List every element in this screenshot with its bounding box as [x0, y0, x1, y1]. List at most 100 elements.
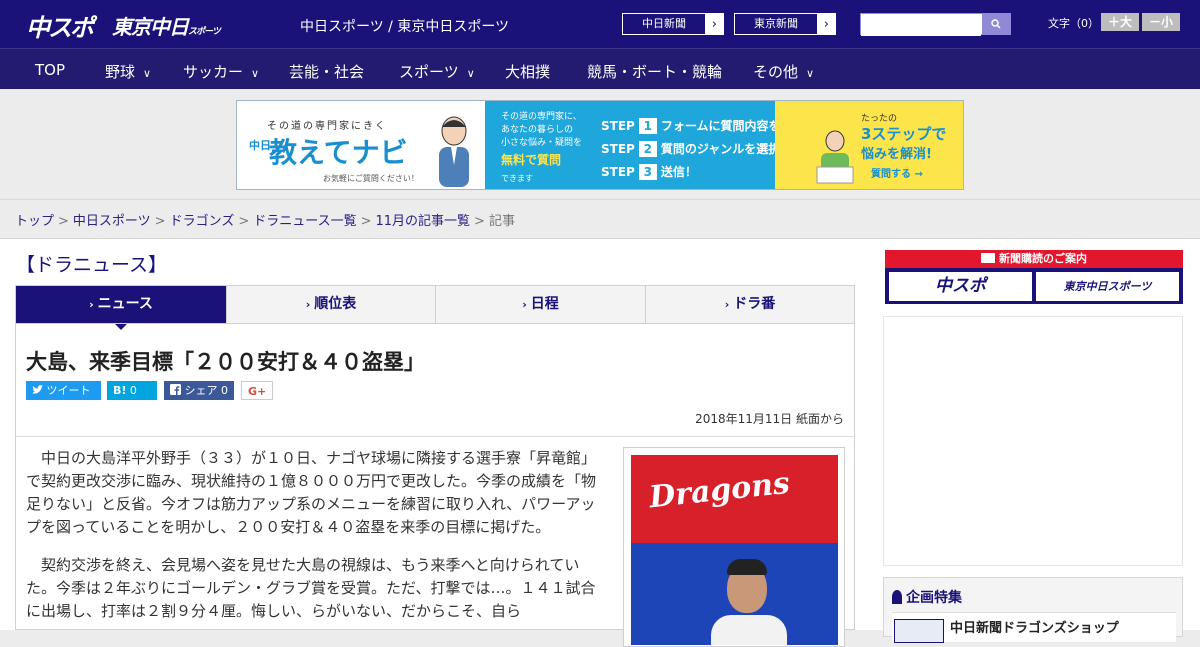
facebook-icon — [170, 384, 181, 395]
font-size-label: 文字（0） — [1048, 17, 1099, 30]
ad-title: 教えてナビ — [269, 136, 408, 169]
article-body: 中日の大島洋平外野手（３３）が１０日、ナゴヤ球場に隣接する選手寮「昇竜館」で契約… — [26, 447, 604, 638]
section-title: 【ドラニュース】 — [16, 254, 168, 276]
hatena-button[interactable]: B! 0 — [107, 381, 157, 400]
tab-schedule[interactable]: › 日程 — [436, 286, 646, 323]
feature-item-label: 中日新聞ドラゴンズショップ — [950, 621, 1119, 636]
tab-label: ドラ番 — [733, 296, 776, 312]
ad-ask-text: お気軽にご質問ください！ — [323, 174, 419, 183]
article-photo[interactable]: Dragons — [623, 447, 845, 647]
step-label: STEP — [601, 165, 635, 179]
breadcrumb-current: 記事 — [488, 214, 515, 229]
header-subtitle: 中日スポーツ / 東京中日スポーツ — [300, 19, 510, 35]
nav-item-sports[interactable]: スポーツ ∨ — [399, 61, 475, 82]
tokyo-shimbun-link[interactable]: 東京新聞 › — [734, 13, 836, 35]
tokyo-chunichi-logo-small: スポーツ — [188, 27, 221, 37]
article-date: 2018年11月11日 紙面から — [695, 412, 844, 426]
tab-dora-ban[interactable]: › ドラ番 — [646, 286, 854, 323]
chuspo-logo[interactable]: 中スポ — [26, 8, 94, 43]
subscription-ad[interactable]: 新聞購読のご案内 中スポ 東京中日スポーツ — [885, 250, 1183, 304]
nav-item-soccer[interactable]: サッカー ∨ — [183, 61, 259, 82]
chevron-down-icon: ∨ — [143, 67, 152, 80]
feature-title-text: 企画特集 — [906, 590, 962, 606]
chevron-right-icon: › — [711, 17, 717, 32]
nav-item-other[interactable]: その他 ∨ — [753, 61, 814, 82]
ribbon-icon — [892, 590, 902, 604]
breadcrumb-sep: > — [238, 214, 250, 229]
search-button[interactable] — [982, 14, 1010, 34]
breadcrumb: トップ > 中日スポーツ > ドラゴンズ > ドラニュース一覧 >11月の記事一覧 > 記事 — [15, 210, 515, 229]
step-label: STEP — [601, 119, 635, 133]
ad-right-line3: 悩みを解消! — [861, 147, 932, 162]
chevron-right-icon: › — [89, 298, 94, 311]
feature-item-dragons-shop[interactable]: 中日新聞ドラゴンズショップ — [892, 612, 1176, 643]
hatena-count: 0 — [129, 384, 137, 397]
chevron-right-icon: › — [522, 298, 527, 311]
article-divider — [16, 436, 854, 437]
tab-label: 順位表 — [314, 296, 357, 312]
gplus-icon: G+ — [248, 385, 267, 398]
newspaper-icon — [981, 253, 995, 263]
step-num: 3 — [638, 164, 657, 180]
search-input[interactable] — [861, 16, 981, 36]
tweet-label: ツイート — [46, 384, 91, 397]
step-label: STEP — [601, 142, 635, 156]
chevron-right-icon: › — [305, 298, 311, 311]
gplus-button[interactable]: G+ — [241, 381, 273, 400]
nav-item-label: 野球 — [105, 63, 136, 81]
sidebar-ad-slot — [883, 316, 1183, 566]
step-num: 2 — [638, 141, 657, 157]
breadcrumb-sep: > — [360, 214, 372, 229]
breadcrumb-chunichi-sports[interactable]: 中日スポーツ — [73, 214, 151, 229]
nav-item-sumo[interactable]: 大相撲 — [505, 61, 550, 82]
font-bigger-button[interactable]: ＋大 — [1101, 13, 1139, 31]
ad-highlight: 無料で質問 — [501, 153, 562, 167]
tokyo-chunichi-logo[interactable]: 東京中日スポーツ — [112, 11, 221, 40]
tab-standings[interactable]: › 順位表 — [227, 286, 436, 323]
search-icon — [991, 19, 1001, 29]
breadcrumb-top[interactable]: トップ — [15, 214, 54, 229]
oshiete-navi-ad[interactable]: その道の専門家にきく 中日 教えてナビ お気軽にご質問ください！ その道の専門家… — [236, 100, 964, 190]
breadcrumb-november-list[interactable]: 11月の記事一覧 — [376, 214, 471, 229]
article: 大島、来季目標「２００安打＆４０盗塁」 ツイート B! 0 シェア 0 G+ 2… — [15, 324, 855, 647]
article-paragraph: 契約交渉を終え、会見場へ姿を見せた大島の視線は、もう来季へと向けられていた。今季… — [26, 556, 596, 620]
photo-player-body — [711, 615, 787, 645]
nav-item-label: スポーツ — [399, 63, 459, 81]
tokyo-shimbun-label: 東京新聞 — [735, 14, 817, 34]
chevron-right-icon: › — [823, 17, 829, 32]
photo-image: Dragons — [631, 455, 838, 645]
hatena-b-icon: B! — [113, 384, 127, 397]
nav-item-baseball[interactable]: 野球 ∨ — [105, 61, 151, 82]
chunichi-shimbun-link[interactable]: 中日新聞 › — [622, 13, 724, 35]
site-header: 中スポ 東京中日スポーツ 中日スポーツ / 東京中日スポーツ 中日新聞 › 東京新… — [0, 0, 1200, 48]
breadcrumb-dragons[interactable]: ドラゴンズ — [170, 214, 235, 229]
tweet-button[interactable]: ツイート — [26, 381, 101, 400]
ad-ask-button[interactable]: 質問する → — [871, 165, 923, 180]
tab-label: ニュース — [97, 296, 153, 312]
subscribe-tokyo-link[interactable]: 東京中日スポーツ — [1036, 272, 1179, 301]
news-tabs: › ニュース › 順位表 › 日程 › ドラ番 — [15, 285, 855, 324]
subscribe-chuspo-link[interactable]: 中スポ — [889, 272, 1032, 301]
article-title: 大島、来季目標「２００安打＆４０盗塁」 — [26, 350, 425, 374]
ad-left-panel: その道の専門家にきく 中日 教えてナビ お気軽にご質問ください！ — [237, 101, 485, 189]
breadcrumb-sep: > — [58, 214, 69, 229]
nav-item-entertainment[interactable]: 芸能・社会 — [289, 61, 364, 82]
facebook-share-button[interactable]: シェア 0 — [164, 381, 234, 400]
breadcrumb-sep: > — [474, 214, 485, 229]
ad-mid-text: その道の専門家に、 あなたの暮らしの 小さな悩み・疑問を — [501, 111, 582, 150]
breadcrumb-dora-news-list[interactable]: ドラニュース一覧 — [253, 214, 356, 229]
nav-item-top[interactable]: TOP — [35, 61, 65, 79]
font-smaller-button[interactable]: －小 — [1142, 13, 1180, 31]
feature-title: 企画特集 — [892, 587, 962, 607]
photo-player-hair — [727, 559, 767, 575]
ad-mid-line: 小さな悩み・疑問を — [501, 138, 583, 148]
article-paragraph: 中日の大島洋平外野手（３３）が１０日、ナゴヤ球場に隣接する選手寮「昇竜館」で契約… — [26, 449, 597, 536]
nav-item-label: 競馬・ボート・競輪 — [587, 63, 723, 81]
tab-news[interactable]: › ニュース — [16, 286, 227, 323]
ad-mid-tail: できます — [501, 174, 533, 183]
nav-item-label: 大相撲 — [505, 63, 551, 81]
breadcrumb-sep: > — [154, 214, 166, 229]
ad-mid-panel: その道の専門家に、 あなたの暮らしの 小さな悩み・疑問を 無料で質問 できます … — [485, 101, 804, 189]
ad-side-small: 中日 — [249, 139, 271, 152]
nav-item-racing[interactable]: 競馬・ボート・競輪 — [587, 61, 722, 82]
